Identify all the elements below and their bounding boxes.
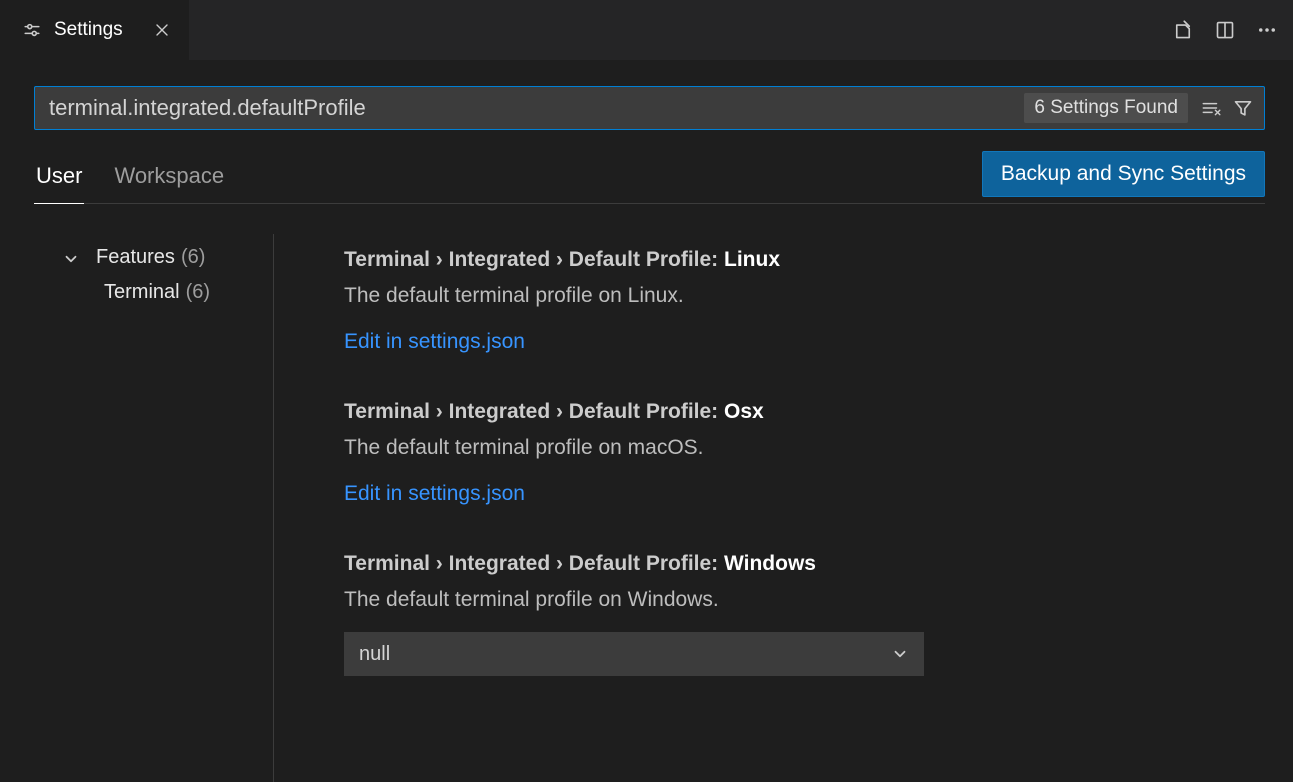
setting-path: Terminal › Integrated › Default Profile: (344, 552, 718, 575)
split-editor-icon[interactable] (1213, 18, 1237, 42)
setting-dropdown[interactable]: null (344, 632, 924, 676)
settings-sliders-icon (22, 20, 42, 40)
scope-tab-user[interactable]: User (34, 151, 84, 204)
close-tab-button[interactable] (153, 21, 171, 39)
setting-key: Osx (724, 400, 764, 423)
editor-actions (1157, 0, 1293, 60)
tree-item-count: (6) (181, 246, 205, 269)
setting-key: Linux (724, 248, 780, 271)
edit-in-settings-json-link[interactable]: Edit in settings.json (344, 482, 525, 506)
tree-item-label: Terminal (104, 281, 180, 304)
chevron-down-icon (62, 250, 96, 268)
button-label: Backup and Sync Settings (1001, 162, 1246, 185)
tree-item-label: Features (96, 246, 175, 269)
setting-description: The default terminal profile on macOS. (344, 436, 1265, 460)
setting-title: Terminal › Integrated › Default Profile:… (344, 248, 1265, 272)
dropdown-value: null (359, 643, 390, 666)
scope-tab-workspace[interactable]: Workspace (112, 151, 226, 204)
setting-description: The default terminal profile on Linux. (344, 284, 1265, 308)
editor-tabbar: Settings (0, 0, 1293, 60)
editor-tab-label: Settings (54, 19, 123, 41)
tree-item-count: (6) (186, 281, 210, 304)
setting-path: Terminal › Integrated › Default Profile: (344, 248, 718, 271)
setting-path: Terminal › Integrated › Default Profile: (344, 400, 718, 423)
open-changes-icon[interactable] (1171, 18, 1195, 42)
tabbar-spacer (190, 0, 1157, 60)
editor-tab-settings[interactable]: Settings (0, 0, 190, 60)
backup-sync-button[interactable]: Backup and Sync Settings (982, 151, 1265, 197)
setting-title: Terminal › Integrated › Default Profile:… (344, 552, 1265, 576)
clear-search-icon[interactable] (1196, 93, 1226, 123)
setting-item: Terminal › Integrated › Default Profile:… (344, 400, 1265, 506)
settings-search-input[interactable] (35, 87, 1024, 129)
chevron-down-icon (891, 645, 909, 663)
settings-tree: Features (6) Terminal (6) (34, 234, 274, 782)
settings-main: Features (6) Terminal (6) Terminal › Int… (34, 234, 1265, 782)
settings-search-box: 6 Settings Found (34, 86, 1265, 130)
settings-list: Terminal › Integrated › Default Profile:… (274, 234, 1265, 782)
more-actions-icon[interactable] (1255, 18, 1279, 42)
setting-title: Terminal › Integrated › Default Profile:… (344, 400, 1265, 424)
tree-item-terminal[interactable]: Terminal (6) (34, 275, 273, 310)
setting-item: Terminal › Integrated › Default Profile:… (344, 248, 1265, 354)
scope-tab-label: Workspace (114, 163, 224, 188)
edit-in-settings-json-link[interactable]: Edit in settings.json (344, 330, 525, 354)
setting-description: The default terminal profile on Windows. (344, 588, 1265, 612)
setting-key: Windows (724, 552, 816, 575)
setting-item: Terminal › Integrated › Default Profile:… (344, 552, 1265, 676)
search-results-count: 6 Settings Found (1024, 93, 1188, 123)
filter-icon[interactable] (1228, 93, 1258, 123)
settings-body: 6 Settings Found User Workspace Backup a (0, 60, 1293, 782)
scope-tabs: User Workspace Backup and Sync Settings (34, 150, 1265, 204)
scope-tab-label: User (36, 163, 82, 188)
tree-item-features[interactable]: Features (6) (34, 240, 273, 275)
